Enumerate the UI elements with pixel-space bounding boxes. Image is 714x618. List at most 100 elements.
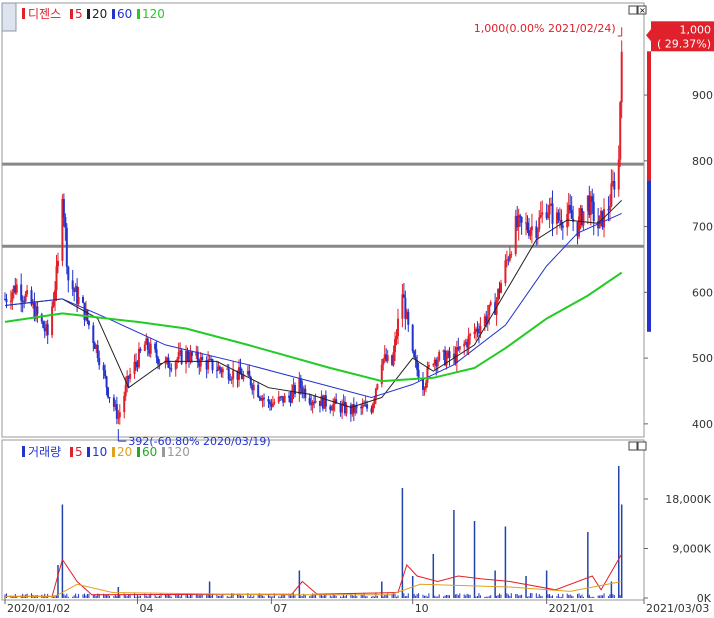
legend-item: 5: [75, 7, 83, 21]
candle-body: [170, 368, 173, 370]
legend-swatch: [137, 9, 140, 19]
candle-body: [329, 406, 332, 410]
maximize-button[interactable]: [628, 5, 638, 15]
legend-swatch: [70, 9, 73, 19]
candle-body: [299, 378, 302, 388]
candle-body: [155, 349, 158, 358]
legend-item: 120: [142, 7, 165, 21]
x-tick-label: 04: [139, 602, 153, 615]
legend-swatch: [162, 447, 165, 457]
candle-body: [411, 324, 414, 352]
candle-body: [167, 357, 170, 368]
candle-body: [186, 351, 189, 360]
candle-body: [71, 280, 74, 290]
x-tick-label: 2021/01: [549, 602, 595, 615]
candle-body: [174, 362, 177, 370]
candle-body: [105, 376, 108, 388]
candle-body: [341, 404, 344, 413]
candle-body: [36, 306, 39, 315]
candle-body: [582, 211, 585, 226]
legend-marker: [22, 8, 25, 19]
legend-item: 10: [92, 445, 107, 459]
candle-body: [547, 214, 550, 219]
y-tick-label: 700: [692, 221, 713, 234]
candle-body: [489, 302, 492, 305]
volume-maximize-button[interactable]: [628, 441, 638, 451]
candle-body: [508, 254, 511, 261]
y-tick-label: 400: [692, 418, 713, 431]
candle-body: [423, 388, 426, 390]
candle-body: [510, 253, 513, 255]
candle-body: [273, 402, 276, 404]
candle-body: [619, 102, 622, 160]
candle-body: [504, 260, 507, 284]
volume-close-button[interactable]: [637, 441, 647, 451]
candle-body: [438, 351, 441, 361]
candle-body: [62, 199, 65, 217]
legend-swatch: [87, 9, 90, 19]
candle-body: [413, 351, 416, 357]
candle-body: [519, 215, 522, 218]
stock-chart-canvas: × 디젠스 5 20 60 120 거래량 5 10 20 60 120 400 500 600 700…: [0, 0, 714, 618]
legend-swatch: [87, 447, 90, 457]
volume-tick-label: 9,000K: [672, 543, 711, 556]
candle-body: [463, 343, 466, 347]
candle-body: [569, 205, 572, 210]
candle-body: [557, 212, 560, 221]
candle-body: [536, 229, 539, 238]
volume-panel-corner-buttons[interactable]: [628, 441, 647, 451]
candle-body: [115, 404, 118, 419]
candle-body: [102, 365, 105, 371]
candle-body: [139, 348, 142, 351]
candle-body: [570, 209, 573, 219]
candle-body: [373, 398, 376, 405]
y-tick-label: 500: [692, 352, 713, 365]
x-tick-label: 10: [415, 602, 429, 615]
legend-item: 5: [75, 445, 83, 459]
candle-body: [65, 227, 68, 267]
candle-body: [291, 390, 294, 403]
candle-body: [143, 344, 146, 351]
current-range-down: [647, 180, 651, 332]
candle-body: [613, 181, 616, 190]
candle-body: [20, 284, 23, 301]
price-panel-corner-buttons[interactable]: ×: [628, 5, 647, 15]
legend-swatch: [112, 447, 115, 457]
candle-body: [366, 404, 369, 409]
legend-swatch: [137, 447, 140, 457]
candle-body: [232, 370, 235, 380]
candle-body: [530, 226, 533, 231]
candle-body: [371, 404, 374, 413]
candle-body: [283, 395, 286, 403]
candle-body: [137, 348, 140, 368]
legend-swatch: [112, 9, 115, 19]
candle-body: [104, 370, 107, 377]
y-tick-label: 900: [692, 89, 713, 102]
candle-body: [578, 216, 581, 237]
candle-body: [520, 217, 523, 223]
candle-body: [168, 367, 171, 369]
chart-background: [0, 0, 714, 618]
candle-body: [541, 212, 544, 215]
panel-settings-tab[interactable]: [1, 2, 17, 32]
candle-body: [52, 300, 55, 307]
candle-body: [407, 311, 410, 325]
candle-body: [55, 266, 58, 291]
candle-body: [476, 328, 479, 332]
candle-body: [258, 397, 261, 399]
legend-item: 디젠스: [28, 7, 61, 21]
price-legend: 디젠스 5 20 60 120: [22, 7, 165, 21]
high-annotation-label: 1,000(0.00% 2021/02/24): [474, 22, 616, 35]
candle-body: [500, 283, 503, 293]
candle-body: [5, 299, 8, 303]
candle-body: [190, 351, 193, 356]
candle-body: [98, 358, 101, 366]
candle-body: [591, 196, 594, 202]
candle-body: [308, 397, 311, 404]
candle-body: [448, 351, 451, 358]
candle-body: [332, 404, 335, 411]
candle-body: [15, 284, 18, 293]
low-annotation-label: 392(-60.80% 2020/03/19): [128, 435, 270, 448]
x-tick-label: 07: [273, 602, 287, 615]
candle-body: [608, 206, 611, 211]
